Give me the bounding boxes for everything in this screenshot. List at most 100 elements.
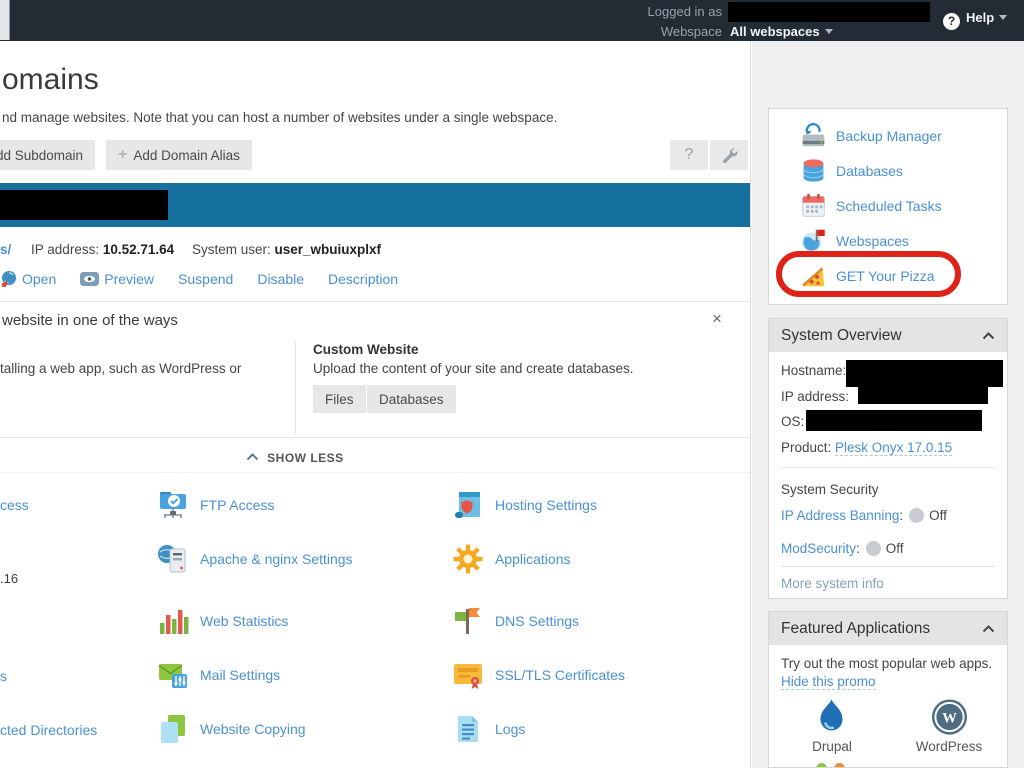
pizza-icon xyxy=(800,262,827,289)
status-off-dot xyxy=(909,508,924,523)
ssl-tls-certificates-item[interactable]: SSL/TLS Certificates xyxy=(452,659,625,691)
system-user-value: user_wbuiuxplxf xyxy=(274,242,381,257)
hosting-settings-item[interactable]: Hosting Settings xyxy=(452,489,597,521)
web-statistics-icon xyxy=(157,605,189,637)
ip-redacted xyxy=(858,387,988,404)
webspace-label: Webspace xyxy=(661,24,722,39)
tools-button[interactable] xyxy=(710,140,748,170)
ftp-access-icon xyxy=(157,489,189,521)
databases-button[interactable]: Databases xyxy=(367,385,456,413)
help-button[interactable]: ? xyxy=(670,140,708,170)
modsecurity-link[interactable]: ModSecurity xyxy=(781,541,856,556)
backup-manager-link[interactable]: Backup Manager xyxy=(769,118,1007,153)
databases-link[interactable]: Databases xyxy=(769,153,1007,188)
featured-applications-card: Featured Applications Try out the most p… xyxy=(768,611,1008,768)
hostname-redacted xyxy=(846,360,1003,387)
page-subtitle: nd manage websites. Note that you can ho… xyxy=(2,110,557,125)
files-button[interactable]: Files xyxy=(313,385,366,413)
question-icon: ? xyxy=(685,146,694,164)
wordpress-icon[interactable]: W xyxy=(931,698,968,736)
backup-manager-icon xyxy=(800,122,827,149)
wrench-icon xyxy=(720,146,738,164)
ssl-certificate-icon xyxy=(452,659,484,691)
scheduled-tasks-icon xyxy=(800,192,827,219)
quick-tools-card: Backup Manager Databases Scheduled Tasks… xyxy=(768,108,1008,305)
web-statistics-item[interactable]: Web Statistics xyxy=(157,605,288,637)
website-copying-item[interactable]: Website Copying xyxy=(157,713,306,745)
domain-name-redacted xyxy=(0,190,168,220)
chevron-up-icon xyxy=(246,453,259,461)
logs-item[interactable]: Logs xyxy=(452,713,525,745)
os-redacted xyxy=(806,410,982,431)
open-link[interactable]: Open xyxy=(0,270,56,287)
hide-promo-link[interactable]: Hide this promo xyxy=(781,674,876,689)
ftp-access-item[interactable]: FTP Access xyxy=(157,489,274,521)
divider xyxy=(0,437,750,438)
show-less-toggle[interactable]: SHOW LESS xyxy=(130,451,460,465)
preview-link[interactable]: Preview xyxy=(80,271,154,287)
domain-url-fragment[interactable]: s/ xyxy=(0,242,11,257)
page-title: omains xyxy=(2,63,99,97)
apache-nginx-icon xyxy=(157,543,189,575)
help-icon: ? xyxy=(943,13,960,30)
top-bar: Logged in as Webspace All webspaces ?Hel… xyxy=(0,0,1024,41)
website-copying-icon xyxy=(157,713,189,745)
scheduled-tasks-link[interactable]: Scheduled Tasks xyxy=(769,188,1007,223)
drupal-icon[interactable] xyxy=(813,698,850,736)
domain-actions-row: Open Preview Suspend Disable Description xyxy=(0,270,422,287)
close-icon[interactable]: × xyxy=(712,309,722,329)
dns-settings-item[interactable]: DNS Settings xyxy=(452,605,579,637)
plus-icon: + xyxy=(118,146,127,164)
username-redacted xyxy=(728,2,930,22)
system-security-title: System Security xyxy=(781,482,879,497)
help-menu[interactable]: ?Help xyxy=(943,10,1007,30)
featured-applications-header[interactable]: Featured Applications xyxy=(769,612,1007,645)
drupal-label: Drupal xyxy=(801,739,863,754)
logs-icon xyxy=(452,713,484,745)
modsecurity-row: ModSecurity:Off xyxy=(781,541,904,556)
description-link[interactable]: Description xyxy=(328,271,398,287)
add-subdomain-button[interactable]: dd Subdomain xyxy=(0,140,95,170)
custom-website-description: Upload the content of your site and crea… xyxy=(313,361,633,376)
dns-settings-icon xyxy=(452,605,484,637)
webspace-selector[interactable]: All webspaces xyxy=(730,24,833,39)
apache-nginx-settings-item[interactable]: Apache & nginx Settings xyxy=(157,543,353,575)
databases-icon xyxy=(800,157,827,184)
ip-banning-link[interactable]: IP Address Banning xyxy=(781,508,899,523)
system-overview-header[interactable]: System Overview xyxy=(769,319,1007,352)
divider xyxy=(0,301,750,302)
custom-website-title: Custom Website xyxy=(313,342,419,357)
open-icon xyxy=(0,270,17,287)
get-your-pizza-link[interactable]: GET Your Pizza xyxy=(769,258,1007,293)
more-system-info-link[interactable]: More system info xyxy=(781,576,884,591)
chevron-down-icon xyxy=(825,29,833,34)
ip-banning-row: IP Address Banning:Off xyxy=(781,508,947,523)
webspaces-link[interactable]: Webspaces xyxy=(769,223,1007,258)
tool-link-fragment[interactable]: cess xyxy=(0,497,29,513)
featured-promo-text: Try out the most popular web apps. xyxy=(781,656,992,671)
partial-app-icon xyxy=(816,763,827,768)
applications-item[interactable]: Applications xyxy=(452,543,571,575)
divider xyxy=(0,472,750,473)
add-domain-alias-button[interactable]: +Add Domain Alias xyxy=(106,140,252,170)
mail-settings-icon xyxy=(157,659,189,691)
mail-settings-item[interactable]: Mail Settings xyxy=(157,659,280,691)
logged-in-as-label: Logged in as xyxy=(648,4,722,19)
tool-link-fragment[interactable]: cted Directories xyxy=(0,722,97,738)
preview-eye-icon xyxy=(80,272,99,286)
disable-link[interactable]: Disable xyxy=(257,271,304,287)
chevron-down-icon xyxy=(999,15,1007,20)
product-version-link[interactable]: Plesk Onyx 17.0.15 xyxy=(835,440,952,456)
tool-link-fragment[interactable]: s xyxy=(0,668,7,684)
ip-address-label: IP address: xyxy=(781,389,849,404)
ip-address-label: IP address: xyxy=(31,242,99,257)
system-overview-card: System Overview Hostname: IP address: OS… xyxy=(768,318,1008,599)
chevron-up-icon xyxy=(982,625,995,633)
divider xyxy=(295,341,296,435)
setup-left-text: talling a web app, such as WordPress or xyxy=(0,361,241,376)
hosting-settings-icon xyxy=(452,489,484,521)
product-row: Product: Plesk Onyx 17.0.15 xyxy=(781,440,952,455)
partial-app-icon xyxy=(834,763,845,768)
suspend-link[interactable]: Suspend xyxy=(178,271,233,287)
applications-gear-icon xyxy=(452,543,484,575)
